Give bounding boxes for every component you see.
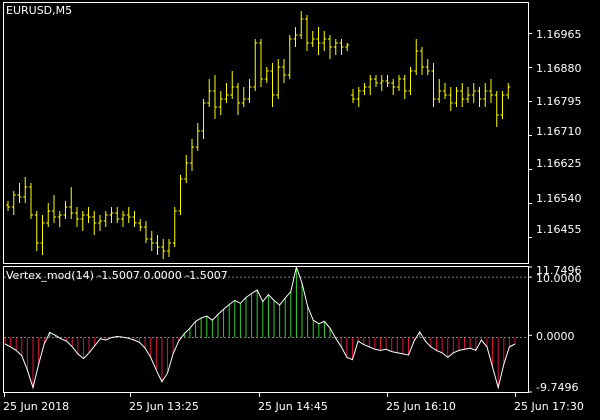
indicator-title: Vertex_mod(14) -1.5007 0.0000 -1.5007: [6, 269, 228, 282]
indicator-label-level: 10.0000: [536, 272, 582, 285]
time-label-3: 25 Jun 14:45: [258, 400, 328, 413]
time-label-4: 25 Jun 16:10: [386, 400, 456, 413]
price-label-5: 1.16625: [536, 157, 582, 170]
price-label-6: 1.16540: [536, 192, 582, 205]
time-label-5: 25 Jun 17:30: [514, 400, 584, 413]
trading-chart[interactable]: [0, 0, 600, 420]
price-label-4: 1.16710: [536, 125, 582, 138]
time-label-2: 25 Jun 13:25: [129, 400, 199, 413]
price-label-1: 1.16965: [536, 28, 582, 41]
indicator-label-min: -9.7496: [536, 381, 579, 394]
main-chart-title: EURUSD,M5: [6, 4, 73, 17]
price-label-7: 1.16455: [536, 223, 582, 236]
chart-background: [0, 0, 600, 420]
price-label-2: 1.16880: [536, 62, 582, 75]
indicator-label-zero: 0.0000: [536, 330, 575, 343]
price-label-3: 1.16795: [536, 95, 582, 108]
time-label-1: 25 Jun 2018: [3, 400, 70, 413]
